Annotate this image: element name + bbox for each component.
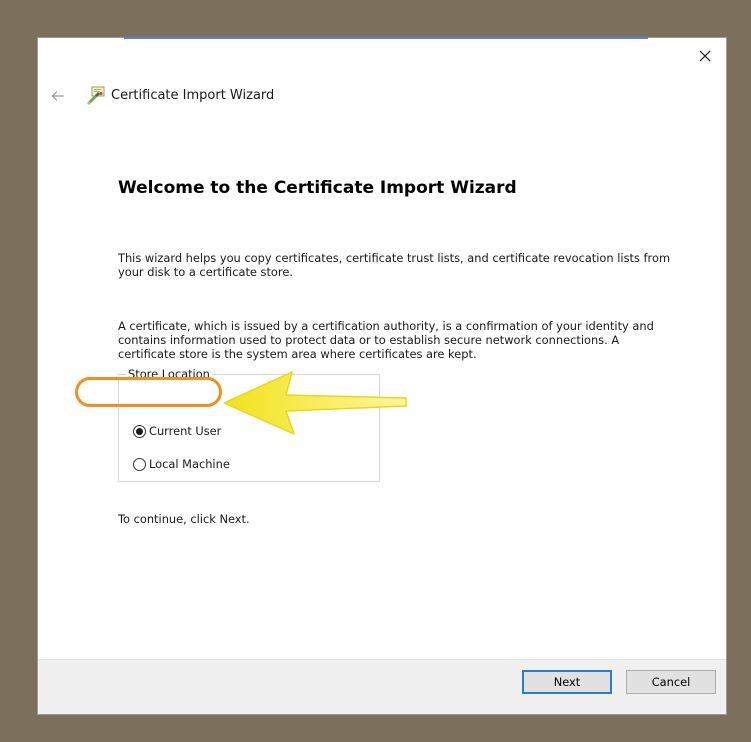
back-button[interactable] <box>47 86 69 106</box>
close-icon <box>699 50 711 62</box>
cancel-button[interactable]: Cancel <box>626 670 716 694</box>
radio-local-machine-label[interactable]: Local Machine <box>149 457 230 471</box>
continue-instruction: To continue, click Next. <box>118 512 250 526</box>
page-heading: Welcome to the Certificate Import Wizard <box>118 178 517 198</box>
intro-paragraph: This wizard helps you copy certificates,… <box>118 251 671 279</box>
description-paragraph: A certificate, which is issued by a cert… <box>118 319 654 361</box>
back-arrow-icon <box>51 91 64 101</box>
dialog-footer: Next Cancel <box>38 659 726 714</box>
close-button[interactable] <box>692 43 718 69</box>
next-button[interactable]: Next <box>522 670 612 694</box>
store-location-legend: Store Location <box>126 367 212 381</box>
radio-current-user-label[interactable]: Current User <box>149 424 221 438</box>
radio-local-machine[interactable]: Local Machine <box>133 455 230 473</box>
window-title: Certificate Import Wizard <box>111 88 275 103</box>
store-location-group: Store Location Current User Local Machin… <box>118 367 380 482</box>
radio-selected-dot <box>136 427 143 435</box>
window-accent-line <box>124 37 648 39</box>
radio-current-user[interactable]: Current User <box>133 422 221 440</box>
radio-local-machine-button[interactable] <box>133 457 146 471</box>
radio-current-user-button[interactable] <box>133 424 146 438</box>
certificate-import-wizard-dialog: Certificate Import Wizard Welcome to the… <box>37 37 727 715</box>
certificate-icon <box>87 86 105 105</box>
